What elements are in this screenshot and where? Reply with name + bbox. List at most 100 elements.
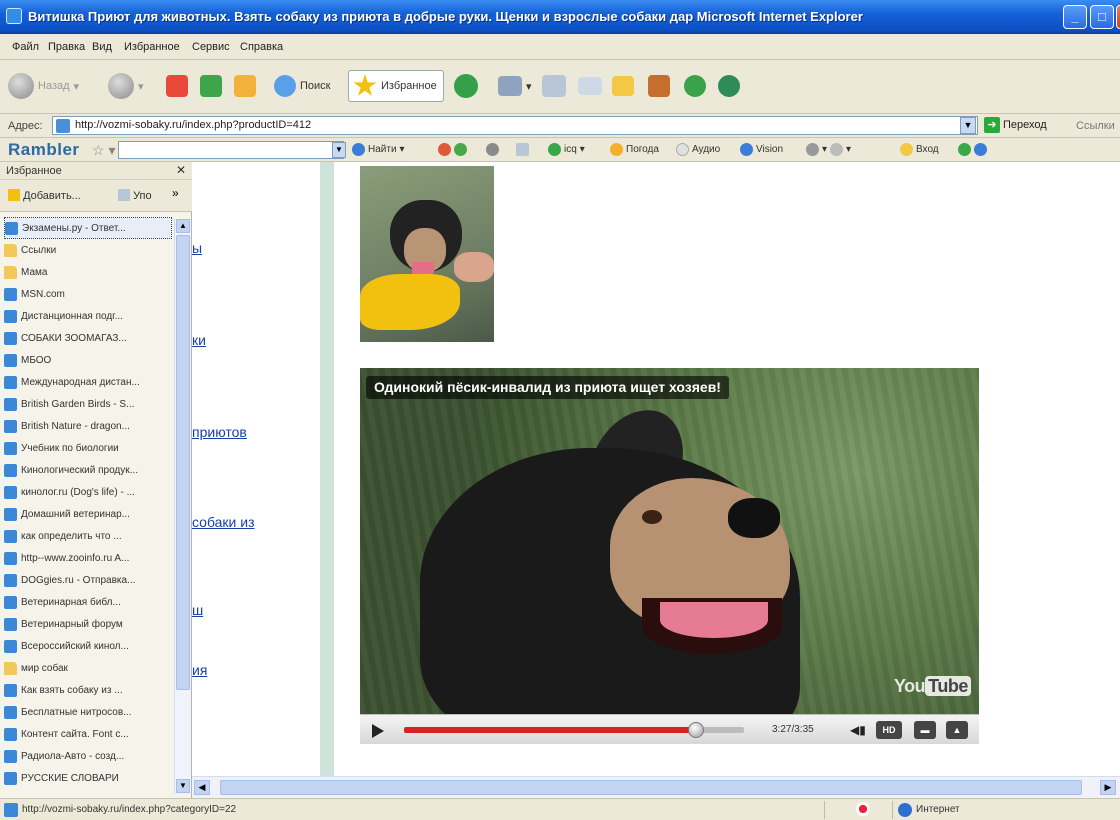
rambler-login-button[interactable]: Вход bbox=[900, 143, 939, 156]
mail-button[interactable]: ▾ bbox=[498, 70, 532, 102]
favorites-folder[interactable]: Ссылки bbox=[4, 239, 172, 261]
dog-thumbnail-photo[interactable] bbox=[360, 166, 494, 342]
rambler-icq-button[interactable]: icq ▾ bbox=[548, 143, 585, 156]
chevron-more-icon[interactable]: » bbox=[172, 186, 179, 200]
rambler-window-button[interactable] bbox=[516, 143, 529, 156]
rambler-search-input[interactable] bbox=[118, 141, 344, 159]
nav-link[interactable]: ы bbox=[192, 240, 202, 256]
rambler-star-icon[interactable]: ☆ ▾ bbox=[92, 142, 115, 159]
favorites-link[interactable]: Дистанционная подг... bbox=[4, 305, 172, 327]
favorites-link[interactable]: СОБАКИ ЗООМАГАЗ... bbox=[4, 327, 172, 349]
youtube-logo[interactable]: You Tube bbox=[894, 676, 971, 697]
favorites-folder[interactable]: мир собак bbox=[4, 657, 172, 679]
favorites-link[interactable]: Ветеринарная библ... bbox=[4, 591, 172, 613]
video-title[interactable]: Одинокий пёсик-инвалид из приюта ищет хо… bbox=[366, 376, 729, 399]
rambler-find-button[interactable]: Найти ▾ bbox=[352, 143, 405, 156]
research-button[interactable] bbox=[648, 70, 670, 102]
messenger-button[interactable] bbox=[684, 70, 706, 102]
menu-tools[interactable]: Сервис bbox=[192, 41, 230, 53]
favorites-link[interactable]: Учебник по биологии bbox=[4, 437, 172, 459]
nav-link[interactable]: ш bbox=[192, 602, 203, 618]
favorites-button[interactable]: Избранное bbox=[348, 70, 444, 102]
favorites-link[interactable]: http--www.zooinfo.ru A... bbox=[4, 547, 172, 569]
nav-link[interactable]: ки bbox=[192, 332, 206, 348]
back-button[interactable]: Назад ▾ bbox=[8, 70, 79, 102]
history-button[interactable] bbox=[454, 70, 478, 102]
fullscreen-button[interactable]: ▲ bbox=[946, 721, 968, 739]
refresh-button[interactable] bbox=[200, 70, 222, 102]
scroll-left-button[interactable]: ◀ bbox=[194, 780, 210, 795]
favorites-folder[interactable]: Мама bbox=[4, 261, 172, 283]
maximize-button[interactable]: □ bbox=[1090, 5, 1114, 29]
favorites-link[interactable]: РУССКИЕ СЛОВАРИ bbox=[4, 767, 172, 789]
nav-link[interactable]: собаки из bbox=[192, 514, 255, 530]
menu-edit[interactable]: Правка bbox=[48, 41, 85, 53]
scroll-down-button[interactable]: ▼ bbox=[176, 779, 190, 793]
address-dropdown-button[interactable]: ▼ bbox=[960, 117, 976, 134]
scroll-thumb[interactable] bbox=[176, 235, 190, 690]
rambler-mail-button[interactable]: ▾ ▾ bbox=[806, 143, 851, 156]
print-button[interactable] bbox=[542, 70, 566, 102]
favorites-link[interactable]: Экзамены.ру - Ответ... bbox=[4, 217, 172, 239]
extra-button[interactable] bbox=[718, 70, 740, 102]
favorites-link[interactable]: Всероссийский кинол... bbox=[4, 635, 172, 657]
links-toolbar[interactable]: Ссылки bbox=[1076, 120, 1115, 132]
rambler-logo[interactable]: Rambler bbox=[8, 140, 80, 160]
favorites-pane: Избранное ✕ Добавить... Упо » Экзамены.р… bbox=[0, 162, 192, 798]
video-frame[interactable]: Одинокий пёсик-инвалид из приюта ищет хо… bbox=[360, 368, 979, 714]
address-input[interactable]: http://vozmi-sobaky.ru/index.php?product… bbox=[52, 116, 978, 135]
horizontal-scrollbar[interactable]: ◀ ▶ bbox=[192, 776, 1120, 798]
search-button[interactable]: Поиск bbox=[274, 70, 330, 102]
favorites-link[interactable]: British Nature - dragon... bbox=[4, 415, 172, 437]
favorites-link[interactable]: кинолог.ru (Dog's life) - ... bbox=[4, 481, 172, 503]
favorites-link[interactable]: Домашний ветеринар... bbox=[4, 503, 172, 525]
nav-link[interactable]: приютов bbox=[192, 424, 247, 440]
favorites-link[interactable]: Как взять собаку из ... bbox=[4, 679, 172, 701]
close-button[interactable] bbox=[1116, 5, 1120, 29]
rambler-vision-button[interactable]: Vision bbox=[740, 143, 783, 156]
scroll-right-button[interactable]: ▶ bbox=[1100, 780, 1116, 795]
progress-knob[interactable] bbox=[688, 722, 705, 738]
forward-button[interactable]: ▾ bbox=[108, 70, 144, 102]
rambler-audio-button[interactable]: Аудио bbox=[676, 143, 720, 156]
menu-file[interactable]: Файл bbox=[12, 41, 39, 53]
youtube-video-player[interactable]: Одинокий пёсик-инвалид из приюта ищет хо… bbox=[360, 368, 979, 744]
widescreen-button[interactable]: ▬ bbox=[914, 721, 936, 739]
home-button[interactable] bbox=[234, 70, 256, 102]
minimize-button[interactable]: _ bbox=[1063, 5, 1087, 29]
favorites-item-label: British Nature - dragon... bbox=[21, 420, 130, 432]
rambler-tool-button[interactable] bbox=[486, 143, 499, 156]
stop-button[interactable] bbox=[166, 70, 188, 102]
favorites-link[interactable]: Радиола-Авто - созд... bbox=[4, 745, 172, 767]
rambler-highlight-button[interactable] bbox=[438, 143, 467, 156]
menu-view[interactable]: Вид bbox=[92, 41, 112, 53]
menu-help[interactable]: Справка bbox=[240, 41, 283, 53]
favorites-link[interactable]: Международная дистан... bbox=[4, 371, 172, 393]
favorites-link[interactable]: как определить что ... bbox=[4, 525, 172, 547]
close-icon[interactable]: ✕ bbox=[176, 163, 186, 177]
play-icon[interactable] bbox=[372, 724, 384, 738]
go-button[interactable]: ➜ Переход bbox=[984, 117, 1047, 133]
rambler-search-dropdown[interactable]: ▼ bbox=[332, 142, 346, 158]
favorites-link[interactable]: Ветеринарный форум bbox=[4, 613, 172, 635]
discuss-button[interactable] bbox=[612, 70, 634, 102]
rambler-weather-button[interactable]: Погода bbox=[610, 143, 659, 156]
menu-favorites[interactable]: Избранное bbox=[124, 41, 180, 53]
scroll-up-button[interactable]: ▲ bbox=[176, 219, 190, 233]
hd-button[interactable]: HD bbox=[876, 721, 902, 739]
favorites-scrollbar[interactable]: ▲ ▼ bbox=[174, 219, 191, 794]
favorites-link[interactable]: Кинологический продук... bbox=[4, 459, 172, 481]
favorites-link[interactable]: Контент сайта. Font c... bbox=[4, 723, 172, 745]
rambler-settings-button[interactable] bbox=[958, 143, 987, 156]
favorites-link[interactable]: MSN.com bbox=[4, 283, 172, 305]
edit-button[interactable] bbox=[578, 70, 602, 102]
nav-link[interactable]: ия bbox=[192, 662, 207, 678]
favorites-link[interactable]: Бесплатные нитросов... bbox=[4, 701, 172, 723]
favorites-link[interactable]: DOGgies.ru - Отправка... bbox=[4, 569, 172, 591]
horizontal-scroll-thumb[interactable] bbox=[220, 780, 1082, 795]
favorites-link[interactable]: МБОО bbox=[4, 349, 172, 371]
organize-favorites-button[interactable]: Упо bbox=[118, 189, 152, 202]
add-favorite-button[interactable]: Добавить... bbox=[8, 189, 81, 202]
favorites-link[interactable]: British Garden Birds - S... bbox=[4, 393, 172, 415]
volume-icon[interactable]: ◀▮ bbox=[850, 723, 866, 737]
